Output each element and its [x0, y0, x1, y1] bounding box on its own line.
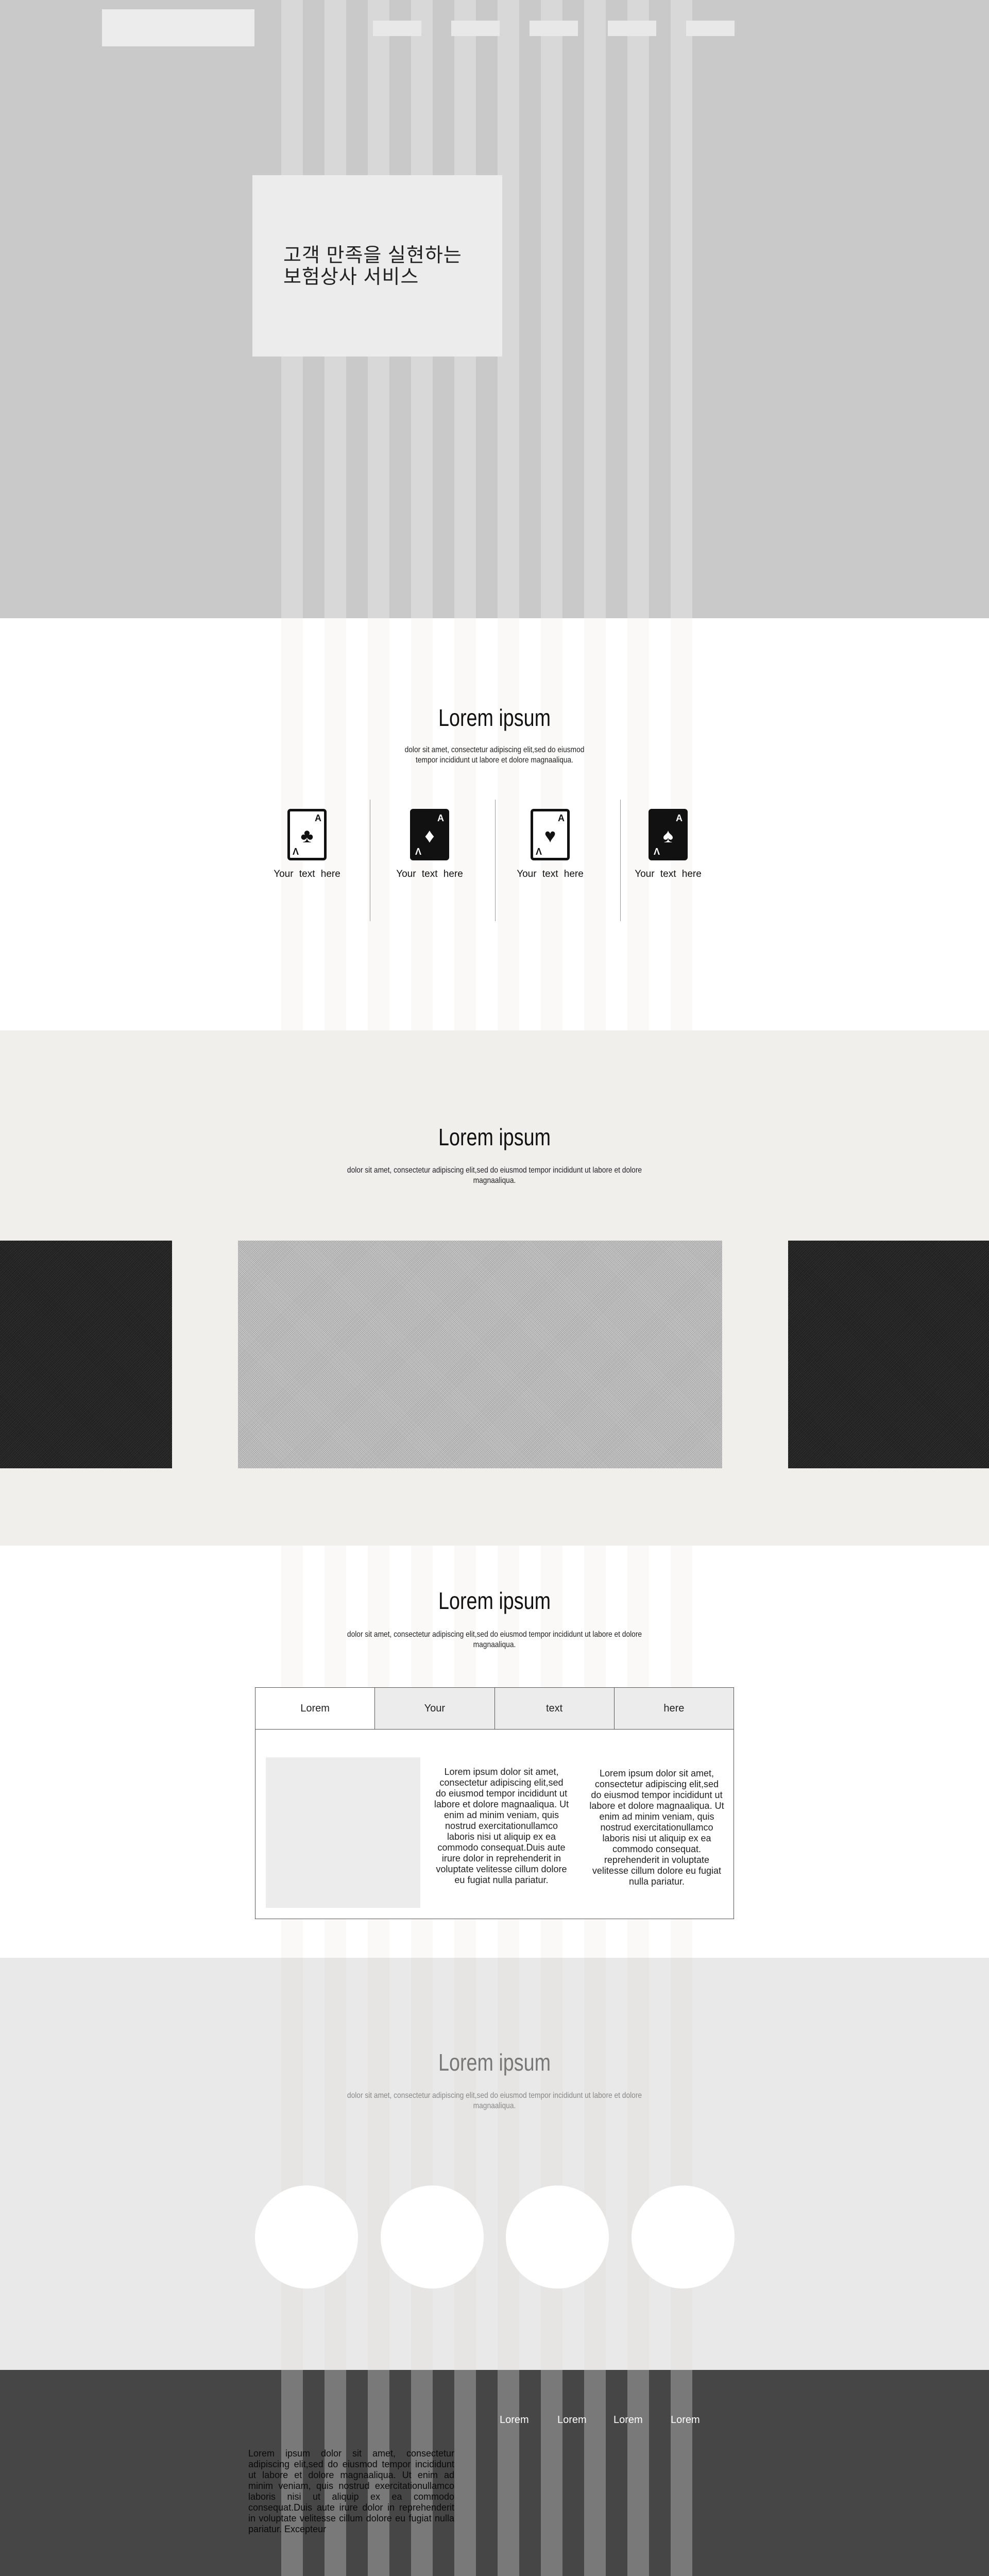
gallery-subtitle: dolor sit amet, consectetur adipiscing e…	[347, 1166, 642, 1185]
features-subtitle: dolor sit amet, consectetur adipiscing e…	[404, 745, 585, 765]
logo-placeholder[interactable]	[102, 9, 254, 46]
column-guides	[252, 1958, 737, 2370]
gallery-image-left[interactable]	[0, 1241, 172, 1468]
circles-title: Lorem ipsum	[438, 2049, 551, 2076]
nav-item-3[interactable]	[530, 21, 578, 36]
nav-item-1[interactable]	[373, 21, 421, 36]
circle-item-3[interactable]	[506, 2185, 609, 2289]
circles-subtitle: dolor sit amet, consectetur adipiscing e…	[347, 2091, 642, 2110]
diamonds-card-icon: A ♦ V	[410, 809, 449, 860]
feature-label: Your text here	[635, 869, 702, 879]
footer-link-4[interactable]: Lorem	[671, 2414, 700, 2426]
nav-item-4[interactable]	[608, 21, 656, 36]
footer-link-2[interactable]: Lorem	[557, 2414, 587, 2426]
feature-label: Your text here	[274, 869, 340, 879]
feature-item[interactable]: A ♣ V Your text here	[255, 809, 359, 880]
tabs-section: Lorem ipsum dolor sit amet, consectetur …	[0, 1546, 989, 1958]
tab-panel: Lorem Your text here Lorem ipsum dolor s…	[255, 1687, 734, 1919]
feature-item[interactable]: A ♠ V Your text here	[617, 809, 720, 880]
circles-section: Lorem ipsum dolor sit amet, consectetur …	[0, 1958, 989, 2370]
clubs-card-icon: A ♣ V	[287, 809, 327, 860]
feature-item[interactable]: A ♦ V Your text here	[378, 809, 481, 880]
hero-card: 고객 만족을 실현하는 보험상사 서비스	[252, 175, 502, 357]
circle-item-1[interactable]	[255, 2185, 358, 2289]
gallery-title: Lorem ipsum	[438, 1124, 551, 1150]
tab-body-text-1: Lorem ipsum dolor sit amet, consectetur …	[434, 1767, 569, 1885]
hearts-card-icon: A ♥ V	[531, 809, 570, 860]
tab-body-text-2: Lorem ipsum dolor sit amet, consectetur …	[589, 1768, 724, 1887]
hero-section: 고객 만족을 실현하는 보험상사 서비스	[0, 0, 989, 618]
tab-here[interactable]: here	[613, 1688, 734, 1729]
hero-title: 고객 만족을 실현하는 보험상사 서비스	[283, 245, 462, 288]
gallery-image-right[interactable]	[788, 1241, 989, 1468]
feature-item[interactable]: A ♥ V Your text here	[499, 809, 602, 880]
footer-section: Lorem Lorem Lorem Lorem Lorem ipsum dolo…	[0, 2370, 989, 2576]
features-title: Lorem ipsum	[438, 704, 551, 731]
footer-link-3[interactable]: Lorem	[613, 2414, 643, 2426]
nav-item-5[interactable]	[686, 21, 735, 36]
tabs-subtitle: dolor sit amet, consectetur adipiscing e…	[347, 1630, 642, 1649]
spades-card-icon: A ♠ V	[649, 809, 688, 860]
circle-item-4[interactable]	[632, 2185, 735, 2289]
features-section: Lorem ipsum dolor sit amet, consectetur …	[0, 618, 989, 1030]
gallery-image-center[interactable]	[238, 1241, 722, 1468]
gallery-section: Lorem ipsum dolor sit amet, consectetur …	[0, 1030, 989, 1546]
footer-text: Lorem ipsum dolor sit amet, consectetur …	[248, 2448, 454, 2534]
feature-label: Your text here	[517, 869, 584, 879]
tab-lorem[interactable]: Lorem	[255, 1688, 375, 1729]
tab-your[interactable]: Your	[374, 1688, 494, 1729]
divider	[495, 800, 496, 921]
tab-bar: Lorem Your text here	[255, 1688, 734, 1730]
tab-text[interactable]: text	[494, 1688, 614, 1729]
feature-label: Your text here	[396, 869, 463, 879]
nav-item-2[interactable]	[451, 21, 500, 36]
circle-item-2[interactable]	[381, 2185, 484, 2289]
tab-image-placeholder	[266, 1757, 420, 1908]
tabs-title: Lorem ipsum	[438, 1587, 551, 1614]
footer-link-1[interactable]: Lorem	[500, 2414, 529, 2426]
